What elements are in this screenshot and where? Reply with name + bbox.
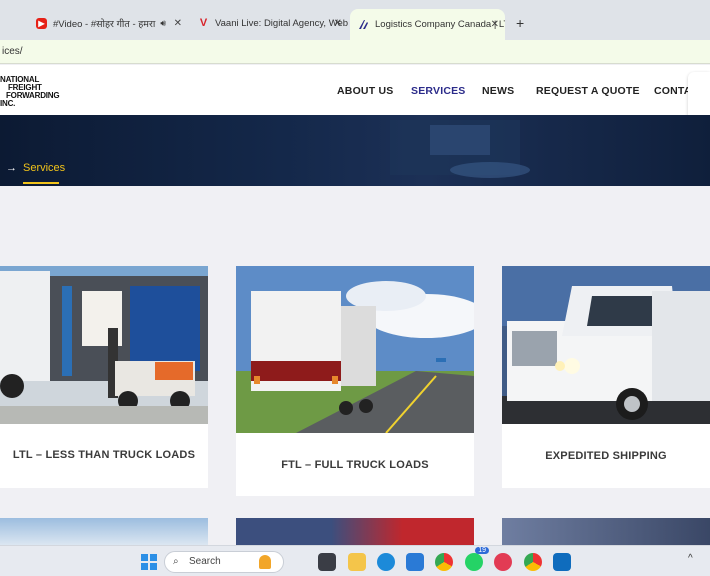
search-icon: ⌕ [173,556,179,567]
vscode-icon[interactable] [406,553,424,571]
hero-truck-image [390,120,530,178]
media-player-icon[interactable] [494,553,512,571]
tab-label: Vaani Live: Digital Agency, Web [215,17,348,29]
chevron-up-icon[interactable]: ^ [688,553,693,564]
address-bar[interactable]: ices/ [0,40,710,64]
service-card-ftl[interactable]: FTL – FULL TRUCK LOADS [236,266,474,496]
edge-icon[interactable] [377,553,395,571]
breadcrumb-underline [23,182,59,184]
nav-services[interactable]: SERVICES [411,85,466,97]
vaani-logo-icon: V [199,17,208,29]
service-card-partial[interactable] [236,518,474,545]
chrome-profile-icon[interactable] [524,553,542,571]
tab-label: #Video - #सोहर गीत - हमरा [53,18,156,30]
lantern-icon [259,555,271,569]
service-card-expedited[interactable]: EXPEDITED SHIPPING [502,266,710,488]
notification-badge: 19 [475,547,489,554]
file-explorer-icon[interactable] [348,553,366,571]
nav-news[interactable]: NEWS [482,85,514,97]
outlook-icon[interactable] [553,553,571,571]
browser-tabbar: ▶ #Video - #सोहर गीत - हमरा 🔊︎ ✕ V Vaani… [0,0,710,40]
ltl-image [0,266,208,424]
service-card-partial[interactable] [502,518,710,545]
ftl-image [236,266,474,433]
service-title[interactable]: EXPEDITED SHIPPING [502,450,710,462]
new-tab-button[interactable]: + [508,10,528,36]
close-icon[interactable]: ✕ [334,18,342,29]
service-card-ltl[interactable]: LTL – LESS THAN TRUCK LOADS [0,266,208,488]
search-placeholder: Search [189,556,221,567]
service-card-partial[interactable] [0,518,208,545]
hero-banner: → Services [0,115,710,186]
windows-start-icon[interactable] [140,553,158,571]
nff-logo-icon [358,19,369,30]
site-logo[interactable]: NATIONAL FREIGHT FORWARDING INC. [0,76,60,108]
taskbar-search[interactable]: ⌕ Search [164,551,284,573]
expedited-image [502,266,710,424]
logo-line: INC. [0,99,16,108]
task-view-icon[interactable] [318,553,336,571]
whatsapp-icon[interactable]: 19 [465,547,489,571]
close-icon[interactable]: ✕ [491,19,499,30]
tab-label: Logistics Company Canada | LTL [375,19,505,30]
service-title[interactable]: FTL – FULL TRUCK LOADS [236,459,474,471]
page-hero-title: VICES [60,70,179,111]
service-title[interactable]: LTL – LESS THAN TRUCK LOADS [0,449,208,461]
breadcrumb-current[interactable]: Services [23,162,65,174]
youtube-icon: ▶ [36,17,47,29]
nav-request-quote[interactable]: REQUEST A QUOTE [536,85,640,97]
breadcrumb-arrow: → [6,162,17,174]
tab-video[interactable]: ▶ #Video - #सोहर गीत - हमरा 🔊︎ ✕ [28,10,188,36]
close-icon[interactable]: ✕ [174,18,182,29]
nav-about-us[interactable]: ABOUT US [337,85,393,97]
tab-logistics[interactable]: Logistics Company Canada | LTL ✕ [350,9,505,40]
windows-taskbar: ⌕ Search 19 ^ [0,545,710,576]
speaker-icon[interactable]: 🔊︎ [160,18,166,29]
chrome-icon[interactable] [435,553,453,571]
tab-vaani[interactable]: V Vaani Live: Digital Agency, Web ✕ [190,10,348,36]
